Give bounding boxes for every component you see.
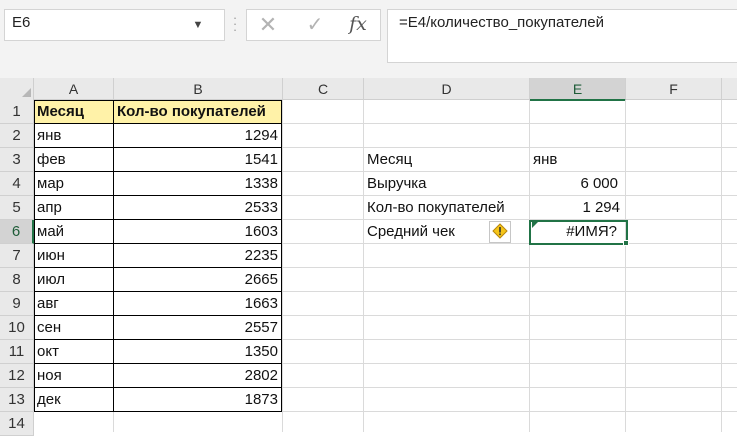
row-header-8[interactable]: 8	[0, 268, 34, 292]
cell-e4[interactable]: 6 000	[530, 172, 625, 196]
table-border	[34, 291, 282, 292]
row-header-1[interactable]: 1	[0, 100, 34, 124]
row-header-12[interactable]: 12	[0, 364, 34, 388]
error-indicator-icon	[532, 222, 538, 228]
column-header-b[interactable]: B	[114, 78, 283, 100]
row-header-11[interactable]: 11	[0, 340, 34, 364]
cancel-icon[interactable]: ✕	[258, 12, 278, 38]
fill-handle[interactable]	[623, 240, 629, 246]
cell-d3[interactable]: Месяц	[364, 148, 529, 172]
formula-text: =E4/количество_покупателей	[399, 14, 605, 31]
row-header-2[interactable]: 2	[0, 124, 34, 148]
table-border	[34, 243, 282, 244]
column-header-c[interactable]: C	[283, 78, 364, 100]
select-all-triangle-icon	[22, 88, 31, 97]
check-icon[interactable]: ✓	[305, 12, 325, 38]
row-header-3[interactable]: 3	[0, 148, 34, 172]
row-header-9[interactable]: 9	[0, 292, 34, 316]
cell-d4[interactable]: Выручка	[364, 172, 529, 196]
table-border	[34, 315, 282, 316]
column-header-f[interactable]: F	[626, 78, 722, 100]
table-border	[34, 171, 282, 172]
cell-d5[interactable]: Кол-во покупателей	[364, 196, 529, 220]
grid-line	[721, 100, 722, 432]
active-cell-selection	[529, 220, 628, 245]
row-header-7[interactable]: 7	[0, 244, 34, 268]
table-border	[34, 267, 282, 268]
table-border	[34, 123, 282, 124]
table-border	[34, 147, 282, 148]
cell-e5[interactable]: 1 294	[530, 196, 625, 220]
splitter-handle[interactable]: · · ·	[232, 11, 238, 36]
table-border	[34, 387, 282, 388]
column-header-e[interactable]: E	[530, 78, 626, 101]
table-border	[34, 219, 282, 220]
row-header-6[interactable]: 6	[0, 220, 34, 244]
column-header-a[interactable]: A	[34, 78, 114, 100]
grid-line	[625, 100, 626, 432]
row-header-5[interactable]: 5	[0, 196, 34, 220]
row-header-4[interactable]: 4	[0, 172, 34, 196]
table-border	[34, 339, 282, 340]
chevron-down-icon[interactable]: ▼	[187, 16, 209, 34]
insert-function-icon[interactable]: fx	[346, 10, 370, 38]
table-border	[34, 195, 282, 196]
row-header-13[interactable]: 13	[0, 388, 34, 412]
grid-line	[282, 100, 283, 432]
column-header-d[interactable]: D	[364, 78, 530, 100]
warning-icon	[492, 223, 508, 239]
row-header-10[interactable]: 10	[0, 316, 34, 340]
table-border	[34, 363, 282, 364]
cell-e3[interactable]: янв	[530, 148, 625, 172]
cell-d6[interactable]: Средний чек	[364, 220, 484, 244]
row-header-14[interactable]: 14	[0, 412, 34, 436]
name-box-value: E6	[12, 14, 31, 31]
